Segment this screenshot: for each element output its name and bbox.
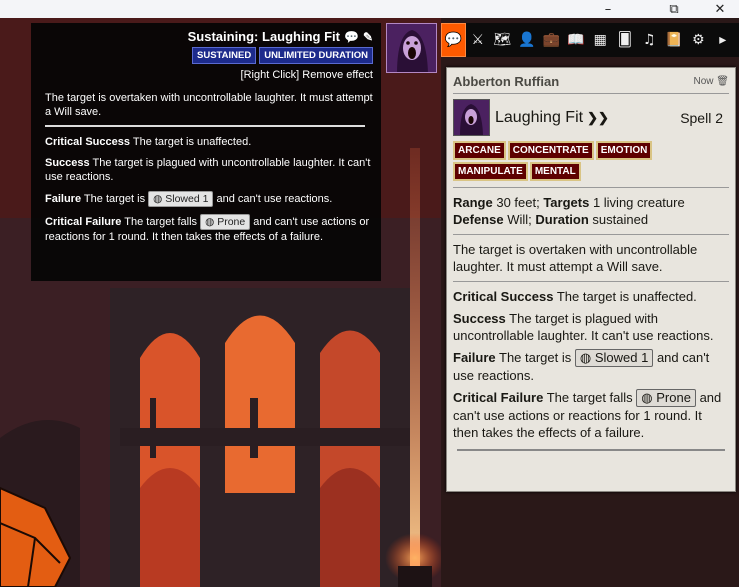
window-titlebar: – ⧉ ✕ bbox=[0, 0, 739, 18]
tab-combat[interactable]: ⚔ bbox=[466, 23, 491, 57]
success-entry: Success The target is plagued with uncon… bbox=[45, 156, 373, 184]
condition-icon: ◍ bbox=[153, 193, 166, 205]
chat-bubble-icon[interactable]: 💬 bbox=[344, 30, 359, 44]
tab-chat[interactable]: 💬 bbox=[441, 23, 466, 57]
trash-icon[interactable]: 🗑 bbox=[716, 76, 729, 87]
critical-failure-entry: Critical Failure The target falls ◍ Pron… bbox=[453, 389, 722, 440]
spell-description: The target is overtaken with uncontrolla… bbox=[453, 242, 698, 274]
screaming-figure-image bbox=[454, 100, 489, 135]
collapse-sidebar-button[interactable]: ▸ bbox=[711, 23, 736, 57]
condition-icon: ◍ bbox=[641, 390, 657, 405]
trait-tag[interactable]: CONCENTRATE bbox=[507, 141, 594, 160]
effect-tag: SUSTAINED bbox=[192, 47, 257, 64]
condition-link-prone[interactable]: ◍ Prone bbox=[636, 389, 696, 407]
item-header: Laughing Fit ❯❯ Spell 2 bbox=[453, 99, 729, 136]
trait-list: ARCANE CONCENTRATE EMOTION MANIPULATE ME… bbox=[453, 141, 729, 181]
degree-label: Critical Failure bbox=[45, 216, 122, 228]
condition-link-prone[interactable]: ◍ Prone bbox=[200, 214, 251, 230]
tab-playlists[interactable]: ♫ bbox=[637, 23, 662, 57]
degree-text: The target is unaffected. bbox=[130, 136, 252, 148]
condition-label: Prone bbox=[217, 216, 246, 228]
trait-tag[interactable]: MANIPULATE bbox=[453, 162, 528, 181]
condition-link-slowed[interactable]: ◍ Slowed 1 bbox=[148, 191, 214, 207]
chat-message: Abberton Ruffian Now 🗑 Laughing Fit ❯❯ Sp… bbox=[446, 67, 736, 492]
failure-entry: Failure The target is ◍ Slowed 1 and can… bbox=[45, 191, 373, 207]
critical-success-entry: Critical Success The target is unaffecte… bbox=[45, 135, 373, 149]
divider bbox=[457, 449, 725, 451]
degree-label: Success bbox=[45, 157, 90, 169]
message-timestamp: Now 🗑 bbox=[693, 76, 730, 87]
effect-tooltip: Sustaining: Laughing Fit 💬 ✎ SUSTAINED U… bbox=[31, 23, 381, 281]
critical-failure-entry: Critical Failure The target falls ◍ Pron… bbox=[45, 214, 373, 244]
degree-text: The target is plagued with uncontrollabl… bbox=[45, 157, 371, 183]
divider bbox=[453, 281, 729, 282]
maximize-button[interactable]: ⧉ bbox=[651, 0, 697, 18]
effect-portrait[interactable] bbox=[386, 23, 437, 73]
trait-tag[interactable]: MENTAL bbox=[529, 162, 581, 181]
trait-tag[interactable]: ARCANE bbox=[453, 141, 506, 160]
two-actions-icon: ❯❯ bbox=[587, 109, 609, 125]
critical-success-entry: Critical Success The target is unaffecte… bbox=[453, 289, 697, 304]
degree-text: The target falls bbox=[121, 216, 201, 228]
item-level: Spell 2 bbox=[680, 109, 723, 126]
item-name[interactable]: Laughing Fit bbox=[495, 109, 583, 127]
pencil-icon[interactable]: ✎ bbox=[363, 30, 373, 44]
condition-link-slowed[interactable]: ◍ Slowed 1 bbox=[574, 349, 654, 367]
spell-defense-duration: Defense Will; Duration sustained bbox=[453, 212, 649, 227]
divider bbox=[45, 125, 365, 127]
failure-entry: Failure The target is ◍ Slowed 1 and can… bbox=[453, 349, 710, 383]
tab-settings[interactable]: ⚙ bbox=[686, 23, 711, 57]
condition-icon: ◍ bbox=[205, 216, 218, 228]
degree-label: Critical Success bbox=[45, 136, 130, 148]
remove-effect-hint: [Right Click] Remove effect bbox=[240, 69, 373, 81]
message-speaker[interactable]: Abberton Ruffian bbox=[453, 74, 559, 89]
effect-title: Sustaining: Laughing Fit bbox=[187, 29, 340, 44]
divider bbox=[453, 234, 729, 235]
tab-scenes[interactable]: 🗺 bbox=[490, 23, 515, 57]
degree-text: The target is bbox=[81, 193, 149, 205]
close-button[interactable]: ✕ bbox=[697, 0, 739, 18]
tab-items[interactable]: 💼 bbox=[539, 23, 564, 57]
condition-label: Slowed 1 bbox=[165, 193, 209, 205]
condition-icon: ◍ bbox=[579, 350, 595, 365]
effect-description: The target is overtaken with uncontrolla… bbox=[45, 92, 373, 118]
effect-title-row: Sustaining: Laughing Fit 💬 ✎ bbox=[45, 29, 373, 44]
item-image[interactable] bbox=[453, 99, 490, 136]
minimize-button[interactable]: – bbox=[585, 0, 631, 18]
success-entry: Success The target is plagued with uncon… bbox=[453, 311, 714, 343]
message-header: Abberton Ruffian Now 🗑 bbox=[453, 74, 729, 94]
tab-compendium[interactable]: 📔 bbox=[662, 23, 687, 57]
effect-tags: SUSTAINED UNLIMITED DURATION bbox=[45, 47, 373, 64]
tab-cards[interactable]: 🂠 bbox=[613, 23, 638, 57]
tab-tables[interactable]: ▦ bbox=[588, 23, 613, 57]
degree-text: and can't use reactions. bbox=[213, 193, 333, 205]
item-name-row: Laughing Fit ❯❯ bbox=[495, 109, 680, 127]
sidebar-tabs: 💬 ⚔ 🗺 👤 💼 📖 ▦ 🂠 ♫ 📔 ⚙ ▸ bbox=[441, 23, 739, 57]
divider bbox=[453, 187, 729, 188]
spell-range-targets: Range 30 feet; Targets 1 living creature bbox=[453, 195, 685, 210]
screaming-figure-image bbox=[387, 24, 436, 72]
tab-journal[interactable]: 📖 bbox=[564, 23, 589, 57]
effect-tag: UNLIMITED DURATION bbox=[259, 47, 373, 64]
tab-actors[interactable]: 👤 bbox=[515, 23, 540, 57]
degree-label: Failure bbox=[45, 193, 82, 205]
trait-tag[interactable]: EMOTION bbox=[595, 141, 653, 160]
